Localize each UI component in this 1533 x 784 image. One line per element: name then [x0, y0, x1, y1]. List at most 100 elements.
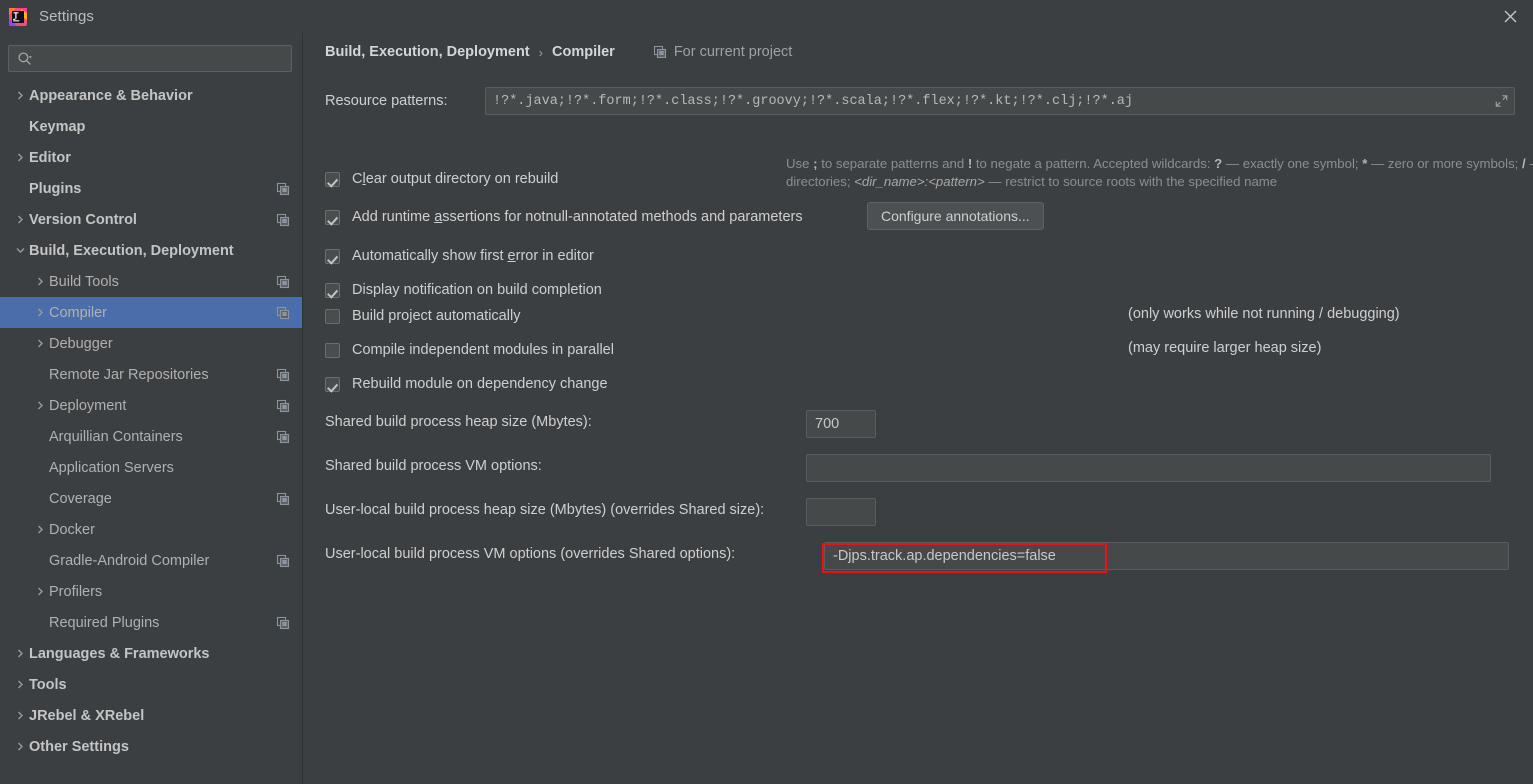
checkbox-label: Build project automatically — [352, 308, 520, 324]
sidebar-item-compiler[interactable]: Compiler — [0, 297, 302, 328]
sidebar-item-label: Remote Jar Repositories — [49, 367, 209, 383]
checkbox-checked-icon[interactable] — [325, 377, 340, 392]
copy-icon — [276, 430, 290, 444]
hint-part: Use — [786, 156, 813, 171]
field-row-shared-build-process-vm-options: Shared build process VM options: — [325, 458, 542, 474]
sidebar-item-arquillian-containers[interactable]: Arquillian Containers — [0, 421, 302, 452]
sidebar-item-gradle-android-compiler[interactable]: Gradle-Android Compiler — [0, 545, 302, 576]
sidebar-item-profilers[interactable]: Profilers — [0, 576, 302, 607]
sidebar-item-remote-jar-repositories[interactable]: Remote Jar Repositories — [0, 359, 302, 390]
label-mnemonic: e — [508, 248, 516, 264]
hint-part: — exactly one symbol; — [1222, 156, 1362, 171]
sidebar-item-other-settings[interactable]: Other Settings — [0, 731, 302, 762]
breadcrumb-current: Compiler — [552, 44, 615, 60]
scope-label: For current project — [674, 44, 792, 60]
search-input[interactable] — [39, 50, 291, 67]
chevron-right-icon[interactable] — [12, 649, 29, 658]
checkbox-checked-icon[interactable] — [325, 249, 340, 264]
breadcrumb: Build, Execution, Deployment › Compiler … — [325, 44, 792, 60]
intellij-idea-logo-icon — [8, 7, 28, 27]
checkbox-rebuild-module-on-dependency[interactable]: Rebuild module on dependency change — [325, 374, 608, 394]
chevron-down-icon[interactable] — [12, 246, 29, 255]
sidebar-item-build-tools[interactable]: Build Tools — [0, 266, 302, 297]
checkbox-display-notification-on-build[interactable]: Display notification on build completion — [325, 280, 602, 300]
checkbox-checked-icon[interactable] — [325, 283, 340, 298]
field-label: Shared build process VM options: — [325, 458, 542, 474]
input-shared-build-process-heap-size[interactable]: 700 — [806, 410, 876, 438]
checkbox-label: Automatically show first error in editor — [352, 248, 594, 264]
checkbox-build-project-automatically[interactable]: Build project automatically — [325, 306, 520, 326]
chevron-right-icon[interactable] — [12, 153, 29, 162]
sidebar-item-version-control[interactable]: Version Control — [0, 204, 302, 235]
sidebar-item-label: Coverage — [49, 491, 112, 507]
input-value: 700 — [815, 416, 839, 432]
input-user-local-build-process-heap[interactable] — [806, 498, 876, 526]
sidebar-item-label: Version Control — [29, 212, 137, 228]
sidebar-item-label: JRebel & XRebel — [29, 708, 144, 724]
settings-sidebar: Appearance & BehaviorKeymap Editor Plugins… — [0, 33, 303, 784]
breadcrumb-parent[interactable]: Build, Execution, Deployment — [325, 44, 530, 60]
sidebar-item-debugger[interactable]: Debugger — [0, 328, 302, 359]
sidebar-item-plugins[interactable]: Plugins — [0, 173, 302, 204]
chevron-right-icon[interactable] — [32, 401, 49, 410]
sidebar-item-deployment[interactable]: Deployment — [0, 390, 302, 421]
copy-icon — [276, 182, 290, 196]
close-icon[interactable] — [1487, 0, 1533, 33]
label-part: C — [352, 171, 362, 187]
checkbox-automatically-show-first-error[interactable]: Automatically show first error in editor — [325, 246, 594, 266]
sidebar-item-languages-frameworks[interactable]: Languages & Frameworks — [0, 638, 302, 669]
chevron-right-icon[interactable] — [32, 587, 49, 596]
search-field[interactable] — [8, 45, 292, 72]
sidebar-item-label: Tools — [29, 677, 67, 693]
checkbox-unchecked-icon[interactable] — [325, 343, 340, 358]
chevron-right-icon[interactable] — [12, 742, 29, 751]
checkbox-clear-output-directory-on[interactable]: Clear output directory on rebuild — [325, 169, 558, 189]
checkbox-label: Compile independent modules in parallel — [352, 342, 614, 358]
sidebar-item-label: Editor — [29, 150, 71, 166]
chevron-right-icon[interactable] — [12, 680, 29, 689]
copy-icon — [276, 306, 290, 320]
sidebar-item-label: Arquillian Containers — [49, 429, 183, 445]
sidebar-item-appearance-behavior[interactable]: Appearance & Behavior — [0, 80, 302, 111]
expand-icon[interactable] — [1495, 95, 1508, 108]
chevron-right-icon[interactable] — [12, 91, 29, 100]
sidebar-item-coverage[interactable]: Coverage — [0, 483, 302, 514]
sidebar-item-tools[interactable]: Tools — [0, 669, 302, 700]
configure-annotations-button[interactable]: Configure annotations... — [867, 202, 1044, 230]
chevron-right-icon[interactable] — [12, 215, 29, 224]
sidebar-item-application-servers[interactable]: Application Servers — [0, 452, 302, 483]
chevron-right-icon[interactable] — [32, 308, 49, 317]
hint-part: — zero or more symbols; — [1367, 156, 1522, 171]
checkbox-checked-icon[interactable] — [325, 172, 340, 187]
sidebar-item-required-plugins[interactable]: Required Plugins — [0, 607, 302, 638]
configure-annotations-label: Configure annotations... — [881, 208, 1030, 224]
copy-icon — [276, 554, 290, 568]
sidebar-item-label: Languages & Frameworks — [29, 646, 210, 662]
checkbox-label: Rebuild module on dependency change — [352, 376, 608, 392]
checkbox-checked-icon[interactable] — [325, 210, 340, 225]
label-part: Add runtime — [352, 209, 434, 225]
chevron-right-icon[interactable] — [32, 525, 49, 534]
resource-patterns-value: !?*.java;!?*.form;!?*.class;!?*.groovy;!… — [493, 94, 1133, 109]
settings-content: Build, Execution, Deployment › Compiler … — [304, 33, 1533, 784]
resource-patterns-input[interactable]: !?*.java;!?*.form;!?*.class;!?*.groovy;!… — [485, 87, 1515, 115]
label-part: rror in editor — [516, 248, 594, 264]
sidebar-item-jrebel-xrebel[interactable]: JRebel & XRebel — [0, 700, 302, 731]
sidebar-item-label: Other Settings — [29, 739, 129, 755]
input-user-local-build-process-vm[interactable]: -Djps.track.ap.dependencies=false — [824, 542, 1509, 570]
chevron-right-icon[interactable] — [12, 711, 29, 720]
hint-part: to separate patterns and — [818, 156, 968, 171]
chevron-right-icon[interactable] — [32, 277, 49, 286]
sidebar-item-keymap[interactable]: Keymap — [0, 111, 302, 142]
sidebar-item-editor[interactable]: Editor — [0, 142, 302, 173]
copy-icon — [653, 45, 667, 59]
chevron-right-icon[interactable] — [32, 339, 49, 348]
checkbox-add-runtime-assertions-for[interactable]: Add runtime assertions for notnull-annot… — [325, 207, 803, 227]
sidebar-item-build-execution-deployment[interactable]: Build, Execution, Deployment — [0, 235, 302, 266]
sidebar-item-label: Compiler — [49, 305, 107, 321]
label-part: Automatically show first — [352, 248, 508, 264]
checkbox-compile-independent-modules-in[interactable]: Compile independent modules in parallel — [325, 340, 614, 360]
input-shared-build-process-vm-options[interactable] — [806, 454, 1491, 482]
sidebar-item-docker[interactable]: Docker — [0, 514, 302, 545]
checkbox-unchecked-icon[interactable] — [325, 309, 340, 324]
